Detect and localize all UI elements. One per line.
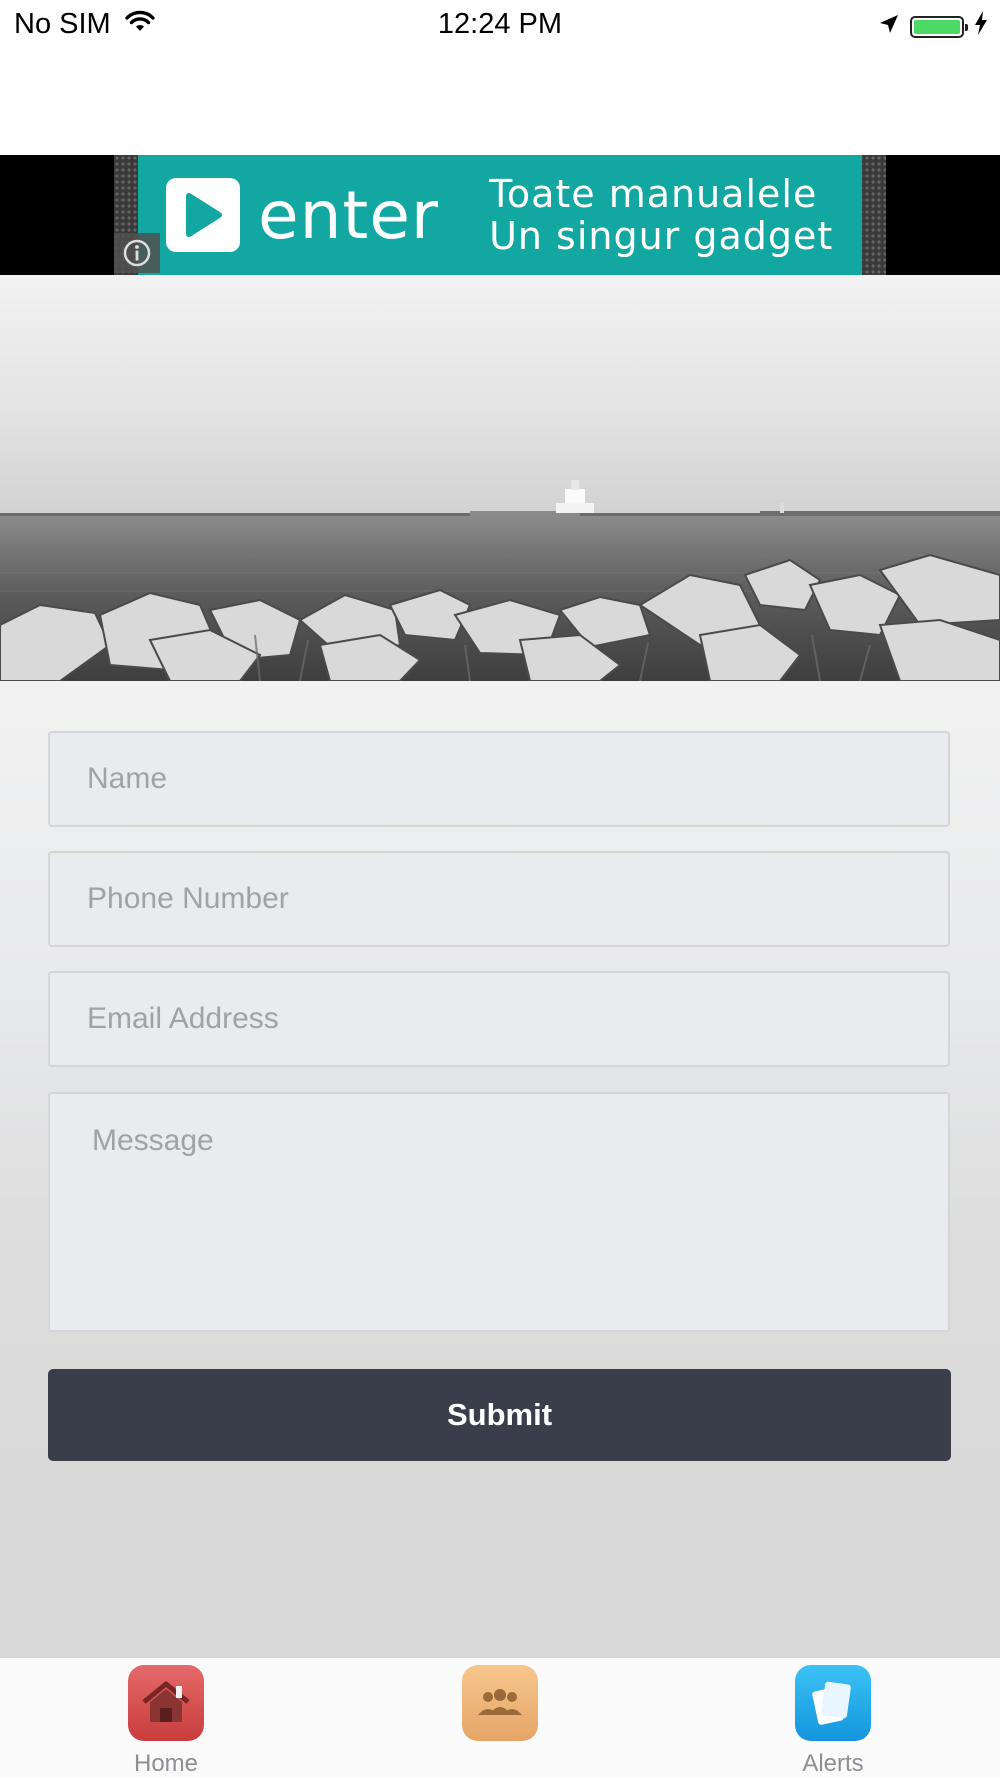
alerts-icon — [795, 1665, 871, 1741]
tab-alerts-label: Alerts — [802, 1750, 864, 1777]
phone-placeholder: Phone Number — [87, 882, 289, 915]
ad-banner[interactable]: enter Toate manualele Un singur gadget — [114, 155, 886, 275]
ad-tagline-line2: Un singur gadget — [489, 214, 834, 258]
message-field[interactable]: Message — [48, 1092, 950, 1332]
phone-number-field[interactable]: Phone Number — [48, 851, 950, 947]
ad-strip: enter Toate manualele Un singur gadget — [0, 155, 1000, 275]
contact-form: Name Phone Number Email Address Message … — [0, 681, 1000, 1657]
ad-play-logo-icon — [166, 178, 240, 252]
submit-button[interactable]: Submit — [48, 1369, 951, 1461]
tab-bar: Home Alerts — [0, 1657, 1000, 1778]
battery-icon — [910, 15, 968, 38]
name-field[interactable]: Name — [48, 731, 950, 827]
home-icon — [128, 1665, 204, 1741]
hero-image — [0, 275, 1000, 681]
location-arrow-icon — [878, 10, 900, 43]
status-right — [878, 10, 988, 43]
tab-alerts[interactable]: Alerts — [733, 1658, 933, 1779]
status-bar: No SIM 12:24 PM — [0, 0, 1000, 50]
email-placeholder: Email Address — [87, 1002, 279, 1035]
tab-home-label: Home — [133, 1750, 199, 1777]
ad-info-icon[interactable] — [114, 233, 160, 273]
tab-home[interactable]: Home — [66, 1658, 266, 1779]
name-placeholder: Name — [87, 762, 168, 795]
tab-members[interactable] — [400, 1658, 600, 1779]
ad-content[interactable]: enter Toate manualele Un singur gadget — [138, 155, 862, 275]
ad-tagline-line1: Toate manualele — [489, 172, 818, 216]
members-icon — [462, 1665, 538, 1741]
charging-bolt-icon — [974, 10, 988, 43]
ad-tagline: Toate manualele Un singur gadget — [489, 173, 833, 257]
submit-label: Submit — [446, 1397, 553, 1432]
email-address-field[interactable]: Email Address — [48, 971, 950, 1067]
status-time: 12:24 PM — [437, 8, 563, 40]
ad-brand: enter — [258, 176, 440, 254]
message-placeholder: Message — [92, 1124, 214, 1157]
